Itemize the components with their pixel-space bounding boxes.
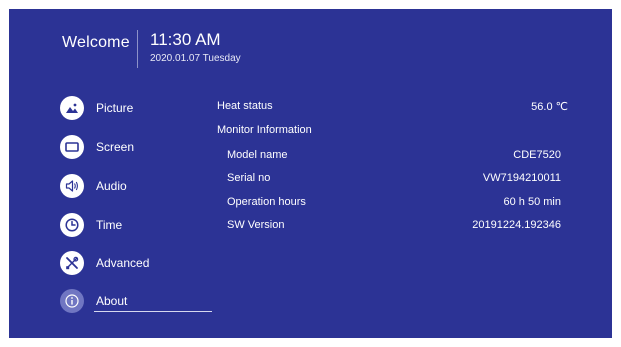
serial-no-row: Serial no VW7194210011 [227,172,561,188]
menu-label-about: About [96,294,128,308]
model-name-value: CDE7520 [513,149,561,161]
operation-hours-row: Operation hours 60 h 50 min [227,196,561,212]
menu-item-advanced[interactable]: Advanced [60,250,220,276]
model-name-label: Model name [227,149,288,161]
menu-item-screen[interactable]: Screen [60,134,220,160]
active-item-underline [94,311,212,312]
tools-icon [60,251,84,275]
menu-label-advanced: Advanced [96,256,150,270]
audio-icon [60,174,84,198]
menu-item-time[interactable]: Time [60,212,220,238]
menu-label-audio: Audio [96,179,127,193]
clock-time: 11:30 AM [150,30,221,49]
menu-label-picture: Picture [96,101,134,115]
settings-screen: Welcome 11:30 AM 2020.01.07 Tuesday Pict… [9,9,612,338]
menu-item-picture[interactable]: Picture [60,95,220,121]
sw-version-label: SW Version [227,219,285,231]
menu-label-time: Time [96,218,123,232]
heat-status-row: Heat status 56.0 ℃ [217,100,568,116]
serial-no-value: VW7194210011 [482,172,561,184]
serial-no-label: Serial no [227,172,271,184]
screen-icon [60,135,84,159]
picture-icon [60,96,84,120]
monitor-info-heading-row: Monitor Information [217,124,417,140]
header-divider [137,30,138,68]
heat-status-value: 56.0 ℃ [531,101,568,113]
operation-hours-value: 60 h 50 min [503,196,561,208]
clock-date: 2020.01.07 Tuesday [150,53,241,64]
monitor-info-heading: Monitor Information [217,124,312,136]
info-icon [60,289,84,313]
operation-hours-label: Operation hours [227,196,306,208]
clock-icon [60,213,84,237]
menu-label-screen: Screen [96,140,135,154]
model-name-row: Model name CDE7520 [227,149,561,165]
sw-version-row: SW Version 20191224.192346 [227,219,561,235]
menu-item-audio[interactable]: Audio [60,173,220,199]
heat-status-label: Heat status [217,100,273,112]
welcome-title: Welcome [62,34,130,51]
sw-version-value: 20191224.192346 [472,219,561,231]
